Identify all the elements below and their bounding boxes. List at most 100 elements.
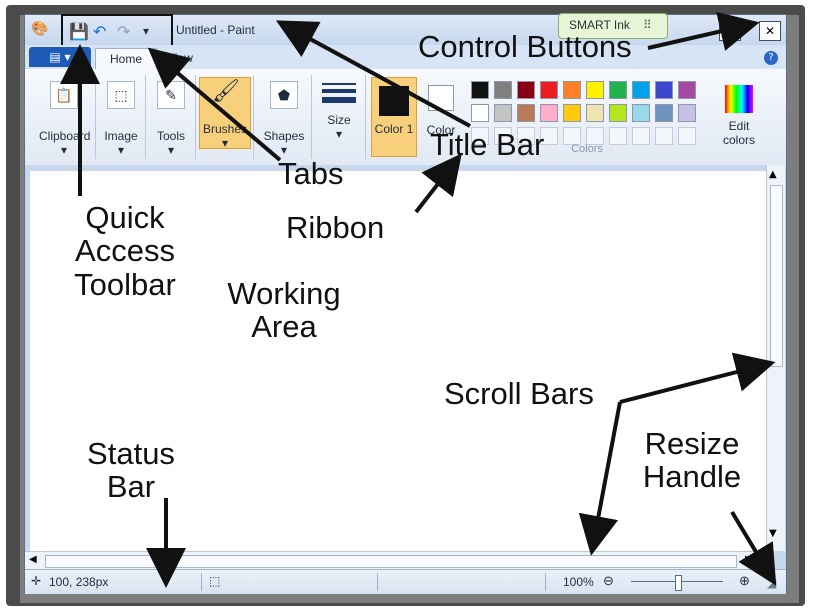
vertical-scroll-thumb[interactable] (770, 185, 783, 367)
color-swatch[interactable] (655, 104, 673, 122)
annotation-working-line2: Area (251, 309, 317, 345)
undo-icon[interactable]: ↶ (93, 22, 106, 41)
colors-group-label: Colors (571, 143, 603, 155)
close-icon: ✕ (764, 24, 776, 38)
color-spectrum-icon (725, 85, 753, 113)
brushes-button[interactable]: 🖌 Brushes ▾ (199, 77, 251, 150)
resize-grip-icon[interactable]: ◢ (767, 576, 776, 590)
size-group: Size ▾ (313, 75, 366, 159)
grip-icon: ⠿ (643, 18, 652, 32)
help-icon[interactable]: ? (764, 51, 778, 65)
qat-dropdown-icon[interactable]: ▾ (143, 24, 149, 38)
annotation-working-line1: Working (227, 276, 341, 311)
brush-icon: 🖌 (212, 78, 240, 103)
vertical-scrollbar[interactable]: ▲ ▼ (766, 165, 785, 551)
clipboard-label: Clipboard (39, 129, 91, 143)
shapes-group: ⬟ Shapes ▾ (257, 75, 312, 159)
brushes-group: 🖌 Brushes ▾ (197, 75, 254, 159)
annotation-quick-line2: Access (75, 233, 175, 269)
color-swatch[interactable] (517, 81, 535, 99)
color-swatch[interactable] (609, 104, 627, 122)
color-swatch[interactable] (563, 81, 581, 99)
crosshair-icon: ✛ (31, 574, 42, 588)
tab-view[interactable]: View (157, 48, 203, 69)
color-swatch[interactable] (471, 81, 489, 99)
empty-color-swatch[interactable] (678, 127, 696, 145)
color-swatch[interactable] (540, 104, 558, 122)
image-group: ⬚ Image ▾ (97, 75, 146, 159)
scroll-right-icon[interactable]: ▶ (745, 554, 753, 565)
color-swatch[interactable] (678, 81, 696, 99)
title-bar: 🎨 💾 ↶ ↷ ▾ Untitled - Paint SMART Ink ⠿ ▭… (25, 13, 786, 48)
color-swatch[interactable] (655, 81, 673, 99)
zoom-out-icon[interactable]: ⊖ (603, 573, 614, 589)
color-swatch[interactable] (609, 81, 627, 99)
pencil-icon: ✎ (157, 81, 185, 109)
color-swatch[interactable] (678, 104, 696, 122)
clipboard-button[interactable]: 📋 Clipboard ▾ (39, 81, 91, 157)
window-restore-icon: ▭ (724, 24, 736, 38)
shapes-label: Shapes (263, 129, 305, 143)
color-swatch[interactable] (471, 104, 489, 122)
clipboard-dropdown-icon: ▾ (60, 143, 68, 157)
file-menu-icon: ▤ ▾ (49, 50, 71, 64)
annotation-quick-line3: Toolbar (74, 266, 176, 302)
size-button[interactable]: Size ▾ (317, 79, 361, 141)
edit-colors-label: Edit colors (722, 119, 755, 147)
annotation-resize-line2: Handle (642, 459, 742, 495)
color-swatch[interactable] (494, 81, 512, 99)
color-swatch[interactable] (632, 81, 650, 99)
clipboard-group: 📋 Clipboard ▾ (33, 75, 96, 159)
empty-color-swatch[interactable] (632, 127, 650, 145)
shapes-dropdown-icon: ▾ (280, 143, 288, 157)
tab-home[interactable]: Home (95, 48, 157, 70)
annotation-working-area: Working Area (214, 277, 354, 344)
paint-window: 🎨 💾 ↶ ↷ ▾ Untitled - Paint SMART Ink ⠿ ▭… (24, 13, 787, 594)
zoom-in-icon[interactable]: ⊕ (739, 573, 750, 589)
maximize-button[interactable]: ▭ (719, 21, 741, 41)
save-icon[interactable]: 💾 (69, 22, 89, 41)
image-button[interactable]: ⬚ Image ▾ (99, 81, 143, 157)
color-swatch[interactable] (517, 104, 535, 122)
close-button[interactable]: ✕ (759, 21, 781, 41)
file-menu-button[interactable]: ▤ ▾ (29, 47, 91, 67)
tools-button[interactable]: ✎ Tools ▾ (151, 81, 191, 157)
selection-size-icon: ⬚ (209, 574, 221, 588)
horizontal-scroll-thumb[interactable] (45, 555, 737, 568)
ribbon: 📋 Clipboard ▾ ⬚ Image ▾ ✎ Tools ▾ 🖌 Brus… (25, 69, 786, 166)
paint-app-icon[interactable]: 🎨 (31, 21, 49, 39)
annotation-control-buttons: Control Buttons (418, 29, 632, 64)
color1-label: Color 1 (374, 122, 414, 136)
empty-color-swatch[interactable] (609, 127, 627, 145)
zoom-slider-thumb[interactable] (675, 575, 682, 591)
tools-dropdown-icon: ▾ (167, 143, 175, 157)
annotation-status-line1: Status (87, 436, 175, 471)
redo-icon[interactable]: ↷ (117, 22, 130, 41)
color1-swatch (379, 86, 409, 116)
status-separator (377, 573, 378, 591)
color-swatch[interactable] (540, 81, 558, 99)
color-swatch[interactable] (632, 104, 650, 122)
color-swatch[interactable] (586, 104, 604, 122)
annotation-ribbon: Ribbon (286, 210, 385, 245)
zoom-level: 100% (563, 575, 594, 589)
shapes-button[interactable]: ⬟ Shapes ▾ (261, 81, 307, 157)
color-swatch[interactable] (586, 81, 604, 99)
edit-colors-button[interactable]: Edit colors (715, 77, 763, 147)
quick-access-toolbar: 💾 ↶ ↷ ▾ (61, 14, 173, 48)
color-swatch[interactable] (494, 104, 512, 122)
status-separator (201, 573, 202, 591)
annotation-resize-line1: Resize (644, 426, 740, 461)
scroll-up-icon[interactable]: ▲ (769, 169, 777, 180)
scroll-left-icon[interactable]: ◀ (29, 554, 37, 565)
empty-color-swatch[interactable] (655, 127, 673, 145)
scroll-down-icon[interactable]: ▼ (769, 528, 777, 539)
color-swatch[interactable] (563, 104, 581, 122)
color1-button[interactable]: Color 1 (371, 77, 417, 157)
shapes-icon: ⬟ (270, 81, 298, 109)
annotation-title-bar: Title Bar (430, 127, 545, 162)
annotation-status-bar: Status Bar (76, 437, 186, 504)
annotation-tabs: Tabs (278, 156, 344, 191)
horizontal-scrollbar[interactable]: ◀ ▶ (25, 551, 766, 570)
status-bar: ✛ 100, 238px ⬚ 100% ⊖ ⊕ ◢ (25, 569, 786, 594)
